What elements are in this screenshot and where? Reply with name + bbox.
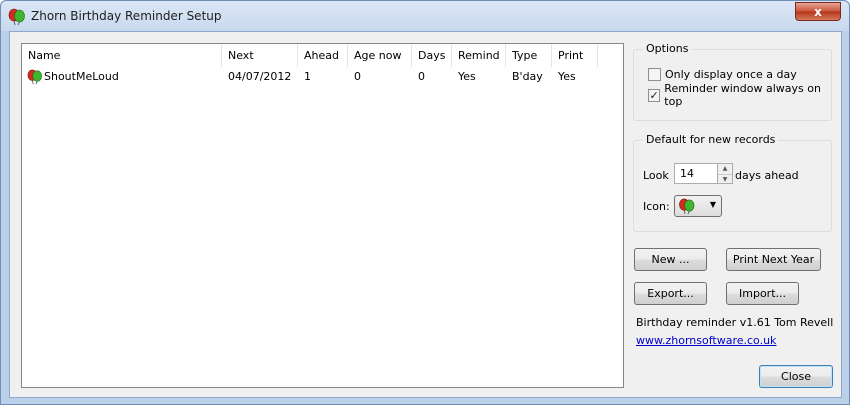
- days-ahead-input[interactable]: 14: [674, 163, 718, 184]
- once-a-day-checkbox[interactable]: [648, 67, 661, 81]
- cell-age-now: 0: [354, 70, 361, 83]
- once-a-day-label: Only display once a day: [665, 67, 797, 81]
- option-once-a-day[interactable]: Only display once a day: [648, 66, 797, 82]
- chevron-down-icon: ▼: [709, 200, 716, 209]
- always-on-top-checkbox[interactable]: ✓: [648, 88, 661, 102]
- cell-days: 0: [418, 70, 425, 83]
- title-bar[interactable]: Zhorn Birthday Reminder Setup x: [1, 1, 849, 31]
- column-header-ahead[interactable]: Ahead: [298, 44, 348, 67]
- balloons-icon: [679, 198, 695, 215]
- column-header-days[interactable]: Days: [412, 44, 452, 67]
- column-header-type[interactable]: Type: [506, 44, 552, 67]
- look-label: Look: [643, 169, 669, 182]
- print-next-year-button[interactable]: Print Next Year: [726, 248, 821, 271]
- main-window: Zhorn Birthday Reminder Setup x Name Nex…: [0, 0, 850, 405]
- cell-ahead: 1: [304, 70, 311, 83]
- version-text: Birthday reminder v1.61 Tom Revell: [636, 316, 834, 329]
- days-ahead-spinner[interactable]: ▲ ▼: [717, 163, 733, 184]
- close-window-button[interactable]: x: [795, 2, 841, 21]
- cell-type: B'day: [512, 70, 543, 83]
- new-button[interactable]: New ...: [634, 248, 707, 271]
- column-header-print[interactable]: Print: [552, 44, 598, 67]
- list-row[interactable]: ShoutMeLoud 04/07/2012 1 0 0 Yes B'day Y…: [22, 68, 623, 86]
- icon-label: Icon:: [643, 200, 670, 213]
- column-header-name[interactable]: Name: [22, 44, 222, 67]
- days-ahead-label: days ahead: [735, 169, 799, 182]
- defaults-group-title: Default for new records: [643, 133, 779, 146]
- export-button[interactable]: Export...: [634, 282, 707, 305]
- close-button[interactable]: Close: [759, 365, 833, 388]
- cell-remind: Yes: [458, 70, 476, 83]
- birthday-list[interactable]: Name Next Ahead Age now Days Remind Type…: [21, 43, 624, 388]
- window-title: Zhorn Birthday Reminder Setup: [31, 9, 222, 23]
- balloons-icon: [8, 8, 25, 26]
- icon-dropdown[interactable]: ▼: [674, 195, 722, 217]
- options-group-title: Options: [643, 42, 692, 55]
- column-header-age-now[interactable]: Age now: [348, 44, 412, 67]
- option-always-on-top[interactable]: ✓ Reminder window always on top: [648, 82, 831, 108]
- options-group: Options Only display once a day ✓ Remind…: [633, 42, 832, 121]
- spin-down-icon[interactable]: ▼: [718, 174, 732, 184]
- column-header-next[interactable]: Next: [222, 44, 298, 67]
- close-icon: x: [814, 4, 822, 19]
- always-on-top-label: Reminder window always on top: [664, 82, 821, 108]
- cell-next: 04/07/2012: [228, 70, 292, 83]
- list-header: Name Next Ahead Age now Days Remind Type…: [22, 44, 623, 67]
- cell-print: Yes: [558, 70, 576, 83]
- import-button[interactable]: Import...: [726, 282, 799, 305]
- website-link[interactable]: www.zhornsoftware.co.uk: [636, 334, 776, 347]
- cell-name: ShoutMeLoud: [44, 70, 119, 83]
- client-area: Name Next Ahead Age now Days Remind Type…: [9, 31, 842, 398]
- column-header-remind[interactable]: Remind: [452, 44, 506, 67]
- defaults-group: Default for new records: [633, 133, 832, 232]
- spin-up-icon[interactable]: ▲: [718, 164, 732, 174]
